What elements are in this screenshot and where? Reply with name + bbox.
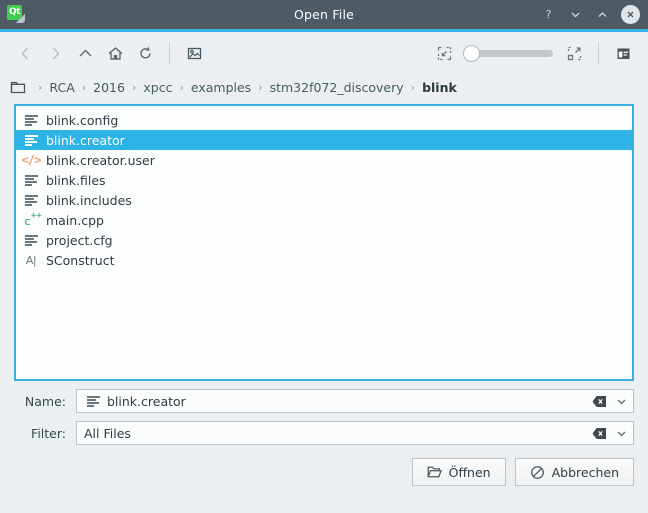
file-list-panel[interactable]: blink.config blink.creator </> blink.creato… — [14, 104, 634, 381]
file-list-item[interactable]: blink.creator — [16, 130, 632, 150]
plain-text-icon: A| — [25, 253, 37, 267]
breadcrumb-separator: › — [179, 80, 184, 94]
image-preview-button[interactable] — [179, 39, 209, 67]
open-button[interactable]: Öffnen — [411, 458, 506, 486]
zoom-in-button[interactable] — [559, 39, 589, 67]
text-file-icon — [22, 192, 40, 208]
text-file-icon — [22, 232, 40, 248]
file-list-item[interactable]: blink.config — [16, 110, 632, 130]
minimize-button[interactable] — [567, 6, 584, 23]
text-file-icon — [22, 112, 40, 128]
file-list-item[interactable]: project.cfg — [16, 230, 632, 250]
open-folder-icon — [426, 465, 442, 479]
folder-icon — [10, 80, 27, 95]
file-name: blink.files — [46, 172, 106, 188]
breadcrumb: › RCA › 2016 › xpcc › examples › stm32f072_discov… — [0, 74, 648, 100]
breadcrumb-separator: › — [410, 80, 416, 94]
toolbar-divider-right — [598, 42, 599, 64]
close-button[interactable] — [621, 5, 640, 24]
file-list-item[interactable]: </> blink.creator.user — [16, 150, 632, 170]
window-controls: ? — [540, 0, 640, 29]
name-label: Name: — [24, 393, 66, 409]
breadcrumb-separator: › — [38, 80, 43, 94]
breadcrumb-item-stm32f072_discovery[interactable]: stm32f072_discovery — [267, 79, 407, 96]
file-name: SConstruct — [46, 252, 115, 268]
cancel-button[interactable]: Abbrechen — [514, 458, 634, 486]
breadcrumb-separator: › — [81, 80, 87, 94]
name-dropdown-chevron-down-icon[interactable] — [613, 391, 629, 411]
name-combobox[interactable]: blink.creator — [76, 389, 634, 413]
title-bar: Qt Open File ? — [0, 0, 648, 29]
file-name: main.cpp — [46, 212, 104, 228]
cancel-icon — [530, 465, 545, 480]
maximize-button[interactable] — [594, 6, 611, 23]
toolbar-divider-left — [169, 42, 170, 64]
text-file-icon — [22, 132, 40, 148]
clear-icon[interactable] — [592, 394, 607, 408]
parent-directory-button[interactable] — [70, 39, 100, 67]
file-name: blink.creator.user — [46, 152, 155, 168]
open-file-dialog: Qt Open File ? › RCA › 2016 › xpcc › exa… — [0, 0, 648, 513]
clear-icon[interactable] — [592, 426, 607, 440]
detail-view-button[interactable] — [608, 39, 638, 67]
filter-combobox[interactable]: All Files — [76, 421, 634, 445]
file-name: blink.creator — [46, 132, 125, 148]
file-name: blink.includes — [46, 192, 132, 208]
name-input[interactable]: blink.creator — [107, 394, 592, 409]
toolbar — [0, 32, 648, 74]
file-name: blink.config — [46, 112, 119, 128]
filter-dropdown-chevron-down-icon[interactable] — [613, 423, 629, 443]
qt-logo-tail — [16, 14, 25, 23]
filter-value[interactable]: All Files — [84, 426, 592, 441]
breadcrumb-separator: › — [258, 80, 263, 94]
zoom-out-button[interactable] — [429, 39, 459, 67]
file-list-item[interactable]: c ++ main.cpp — [16, 210, 632, 230]
text-file-icon — [84, 393, 102, 409]
svg-text:?: ? — [546, 8, 552, 21]
field-area: Name: blink.creator Filter: All Files — [0, 381, 648, 453]
breadcrumb-items: › RCA › 2016 › xpcc › examples › stm32f072_discov… — [34, 79, 460, 96]
zoom-slider-handle[interactable] — [463, 44, 480, 62]
breadcrumb-item-rca[interactable]: RCA — [46, 79, 77, 96]
file-list-item[interactable]: blink.files — [16, 170, 632, 190]
home-button[interactable] — [100, 39, 130, 67]
zoom-slider[interactable] — [463, 42, 555, 64]
text-file-icon — [22, 172, 40, 188]
code-file-icon: </> — [21, 153, 42, 167]
cpp-file-icon: c ++ — [24, 211, 42, 228]
back-button[interactable] — [10, 39, 40, 67]
breadcrumb-item-examples[interactable]: examples — [188, 79, 254, 96]
filter-row: Filter: All Files — [14, 421, 634, 445]
breadcrumb-item-2016[interactable]: 2016 — [90, 79, 128, 96]
filter-label: Filter: — [31, 425, 66, 441]
file-list[interactable]: blink.config blink.creator </> blink.creato… — [16, 106, 632, 270]
file-list-item[interactable]: A| SConstruct — [16, 250, 632, 270]
cancel-button-label: Abbrechen — [551, 464, 619, 480]
reload-button[interactable] — [130, 39, 160, 67]
file-name: project.cfg — [46, 232, 113, 248]
open-button-label: Öffnen — [448, 464, 491, 480]
qt-logo-icon: Qt — [7, 5, 26, 24]
file-list-item[interactable]: blink.includes — [16, 190, 632, 210]
button-row: Öffnen Abbrechen — [0, 453, 648, 486]
breadcrumb-separator: › — [131, 80, 137, 94]
breadcrumb-item-xpcc[interactable]: xpcc — [140, 79, 175, 96]
forward-button[interactable] — [40, 39, 70, 67]
breadcrumb-item-blink[interactable]: blink — [419, 79, 460, 96]
name-row: Name: blink.creator — [14, 389, 634, 413]
help-button[interactable]: ? — [540, 6, 557, 23]
